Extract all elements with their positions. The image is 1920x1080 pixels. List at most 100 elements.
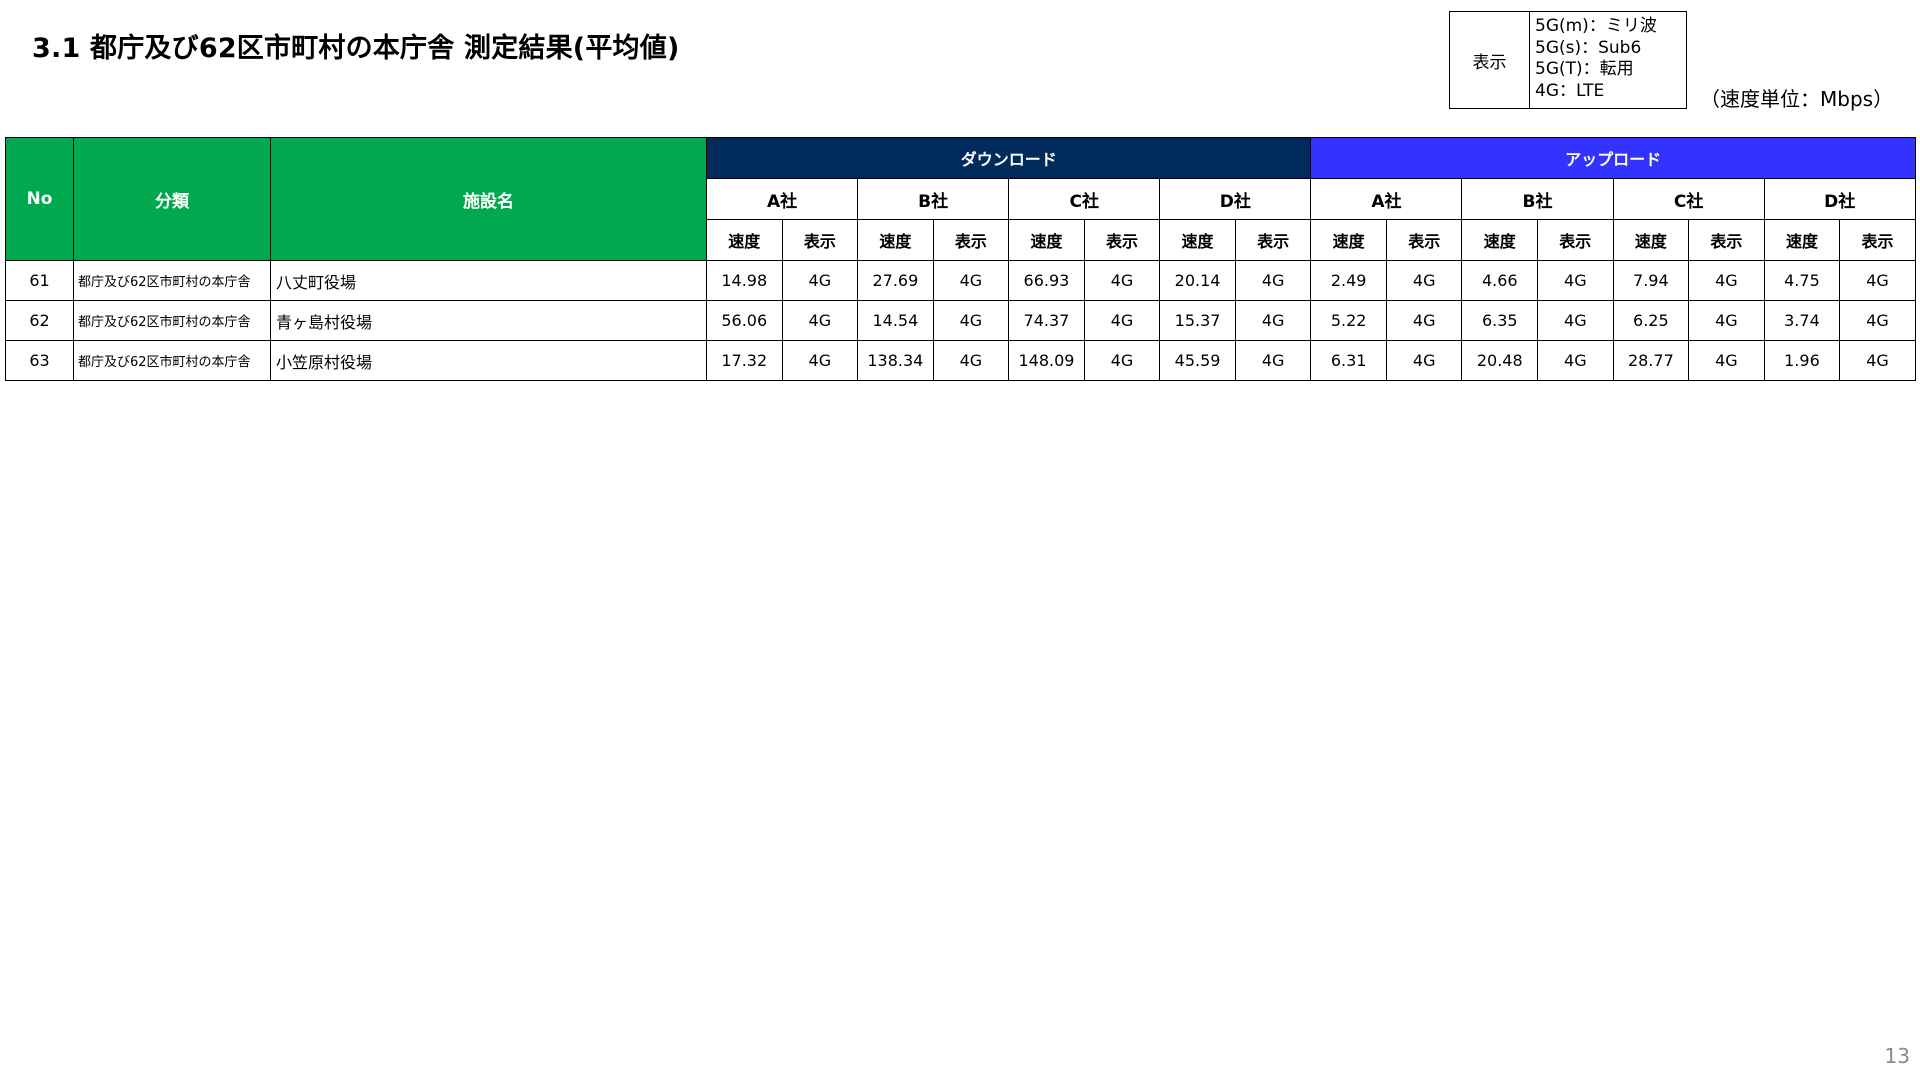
download-d-display: 4G bbox=[1234, 300, 1312, 341]
legend-line-4g-lte: 4G：LTE bbox=[1535, 80, 1605, 101]
header-display: 表示 bbox=[1234, 219, 1312, 261]
download-d-display: 4G bbox=[1234, 340, 1312, 381]
header-category: 分類 bbox=[73, 137, 271, 261]
download-d-display: 4G bbox=[1234, 260, 1312, 301]
header-upload: アップロード bbox=[1310, 137, 1916, 179]
legend-list: 5G(m)：ミリ波 5G(s)：Sub6 5G(T)：転用 4G：LTE bbox=[1530, 12, 1686, 108]
upload-d-display: 4G bbox=[1839, 300, 1916, 341]
download-c-display: 4G bbox=[1083, 300, 1161, 341]
download-a-display: 4G bbox=[781, 300, 859, 341]
header-display: 表示 bbox=[1083, 219, 1161, 261]
download-b-display: 4G bbox=[932, 260, 1010, 301]
header-download-company-d: D社 bbox=[1159, 178, 1312, 220]
row-category: 都庁及び62区市町村の本庁舎 bbox=[73, 260, 271, 301]
table-row: 63 都庁及び62区市町村の本庁舎 小笠原村役場 17.32 4G 138.34… bbox=[5, 340, 1916, 381]
page-title: 3.1 都庁及び62区市町村の本庁舎 測定結果(平均値) bbox=[32, 33, 680, 64]
upload-b-speed: 20.48 bbox=[1461, 340, 1539, 381]
download-d-speed: 45.59 bbox=[1159, 340, 1236, 381]
header-download: ダウンロード bbox=[705, 137, 1312, 179]
header-display: 表示 bbox=[1537, 219, 1614, 261]
upload-b-display: 4G bbox=[1537, 260, 1614, 301]
upload-d-display: 4G bbox=[1839, 260, 1916, 301]
header-upload-company-b: B社 bbox=[1461, 178, 1614, 220]
upload-d-speed: 4.75 bbox=[1763, 260, 1841, 301]
header-speed: 速度 bbox=[1461, 219, 1539, 261]
results-table: No 分類 施設名 ダウンロード アップロード A社 B社 C社 D社 A社 B… bbox=[5, 137, 1916, 381]
header-speed: 速度 bbox=[706, 219, 783, 261]
upload-a-display: 4G bbox=[1385, 300, 1463, 341]
header-download-company-b: B社 bbox=[857, 178, 1010, 220]
legend-line-5g-sub6: 5G(s)：Sub6 bbox=[1535, 37, 1642, 58]
download-b-display: 4G bbox=[932, 300, 1010, 341]
download-c-speed: 74.37 bbox=[1008, 300, 1085, 341]
upload-b-display: 4G bbox=[1537, 300, 1614, 341]
header-speed: 速度 bbox=[1159, 219, 1236, 261]
legend-line-5g-mmwave: 5G(m)：ミリ波 bbox=[1535, 16, 1657, 36]
row-category: 都庁及び62区市町村の本庁舎 bbox=[73, 300, 271, 341]
header-display: 表示 bbox=[932, 219, 1010, 261]
header-upload-company-a: A社 bbox=[1310, 178, 1463, 220]
download-c-display: 4G bbox=[1083, 260, 1161, 301]
table-row: 62 都庁及び62区市町村の本庁舎 青ヶ島村役場 56.06 4G 14.54 … bbox=[5, 300, 1916, 341]
header-download-company-c: C社 bbox=[1008, 178, 1161, 220]
header-speed: 速度 bbox=[1763, 219, 1841, 261]
download-b-speed: 138.34 bbox=[857, 340, 934, 381]
download-a-speed: 14.98 bbox=[706, 260, 783, 301]
header-display: 表示 bbox=[1688, 219, 1765, 261]
upload-c-speed: 6.25 bbox=[1612, 300, 1690, 341]
download-a-display: 4G bbox=[781, 260, 859, 301]
upload-d-speed: 3.74 bbox=[1763, 300, 1841, 341]
upload-a-speed: 2.49 bbox=[1310, 260, 1387, 301]
header-display: 表示 bbox=[781, 219, 859, 261]
upload-a-speed: 5.22 bbox=[1310, 300, 1387, 341]
upload-b-speed: 6.35 bbox=[1461, 300, 1539, 341]
upload-c-display: 4G bbox=[1688, 300, 1765, 341]
legend-line-5g-converted: 5G(T)：転用 bbox=[1535, 59, 1634, 79]
header-speed: 速度 bbox=[1612, 219, 1690, 261]
download-a-display: 4G bbox=[781, 340, 859, 381]
upload-c-display: 4G bbox=[1688, 340, 1765, 381]
download-b-display: 4G bbox=[932, 340, 1010, 381]
row-category: 都庁及び62区市町村の本庁舎 bbox=[73, 340, 271, 381]
download-c-display: 4G bbox=[1083, 340, 1161, 381]
upload-c-speed: 28.77 bbox=[1612, 340, 1690, 381]
download-d-speed: 15.37 bbox=[1159, 300, 1236, 341]
upload-a-speed: 6.31 bbox=[1310, 340, 1387, 381]
header-upload-company-d: D社 bbox=[1763, 178, 1916, 220]
header-speed: 速度 bbox=[1310, 219, 1387, 261]
page-number: 13 bbox=[1884, 1044, 1910, 1068]
row-no: 61 bbox=[5, 260, 74, 301]
header-upload-company-c: C社 bbox=[1612, 178, 1765, 220]
download-b-speed: 27.69 bbox=[857, 260, 934, 301]
legend-key: 表示 bbox=[1450, 12, 1530, 108]
upload-c-speed: 7.94 bbox=[1612, 260, 1690, 301]
download-a-speed: 56.06 bbox=[706, 300, 783, 341]
header-download-company-a: A社 bbox=[705, 178, 859, 220]
header-speed: 速度 bbox=[857, 219, 934, 261]
header-no: No bbox=[5, 137, 74, 261]
upload-b-display: 4G bbox=[1537, 340, 1614, 381]
header-display: 表示 bbox=[1385, 219, 1463, 261]
download-c-speed: 66.93 bbox=[1008, 260, 1085, 301]
row-facility: 小笠原村役場 bbox=[270, 340, 707, 381]
row-no: 62 bbox=[5, 300, 74, 341]
header-row-top: No 分類 施設名 ダウンロード アップロード bbox=[5, 137, 1916, 261]
upload-b-speed: 4.66 bbox=[1461, 260, 1539, 301]
row-no: 63 bbox=[5, 340, 74, 381]
table-row: 61 都庁及び62区市町村の本庁舎 八丈町役場 14.98 4G 27.69 4… bbox=[5, 260, 1916, 301]
display-legend: 表示 5G(m)：ミリ波 5G(s)：Sub6 5G(T)：転用 4G：LTE bbox=[1449, 11, 1687, 109]
header-display: 表示 bbox=[1839, 219, 1916, 261]
upload-d-display: 4G bbox=[1839, 340, 1916, 381]
header-facility: 施設名 bbox=[270, 137, 707, 261]
speed-unit-note: （速度単位：Mbps） bbox=[1700, 87, 1894, 111]
download-b-speed: 14.54 bbox=[857, 300, 934, 341]
upload-a-display: 4G bbox=[1385, 260, 1463, 301]
upload-c-display: 4G bbox=[1688, 260, 1765, 301]
row-facility: 青ヶ島村役場 bbox=[270, 300, 707, 341]
header-speed: 速度 bbox=[1008, 219, 1085, 261]
upload-d-speed: 1.96 bbox=[1763, 340, 1841, 381]
row-facility: 八丈町役場 bbox=[270, 260, 707, 301]
upload-a-display: 4G bbox=[1385, 340, 1463, 381]
download-a-speed: 17.32 bbox=[706, 340, 783, 381]
download-c-speed: 148.09 bbox=[1008, 340, 1085, 381]
